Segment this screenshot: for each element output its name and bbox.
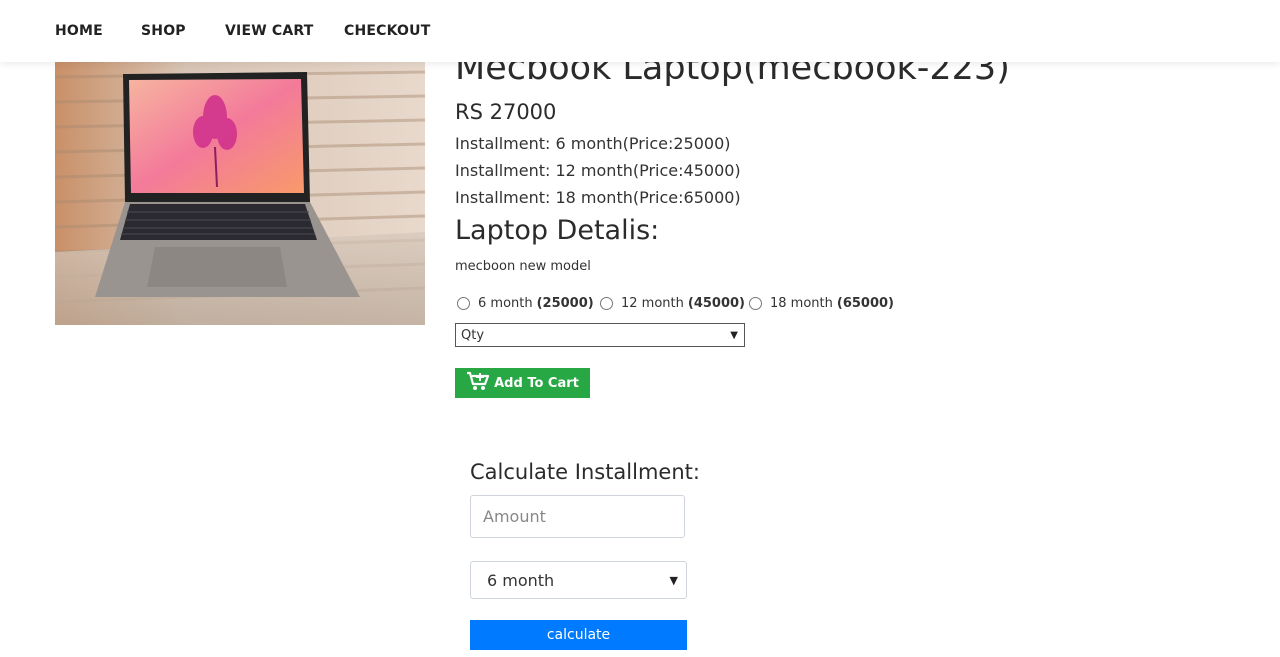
cart-plus-icon <box>466 371 490 395</box>
product-price: RS 27000 <box>455 100 557 124</box>
option-18-month[interactable]: 18 month (65000) <box>749 296 894 311</box>
radio-18-month[interactable] <box>749 297 762 310</box>
installment-line-18: Installment: 18 month(Price:65000) <box>455 188 741 207</box>
qty-select-value: Qty <box>461 327 485 343</box>
calculate-installment-heading: Calculate Installment: <box>470 460 700 484</box>
add-to-cart-button[interactable]: Add To Cart <box>455 368 590 398</box>
option-label: 6 month <box>478 296 533 311</box>
nav-shop-link[interactable]: SHOP <box>141 23 186 39</box>
calculate-button[interactable]: calculate <box>470 620 687 650</box>
months-select[interactable]: 6 month ▼ <box>470 561 687 599</box>
nav-checkout-link[interactable]: CHECKOUT <box>344 23 430 39</box>
installment-line-12: Installment: 12 month(Price:45000) <box>455 161 741 180</box>
amount-input[interactable] <box>470 495 685 538</box>
nav-home-link[interactable]: HOME <box>55 23 103 39</box>
option-price: (25000) <box>536 296 594 311</box>
installment-line-6: Installment: 6 month(Price:25000) <box>455 134 731 153</box>
option-label: 12 month <box>621 296 684 311</box>
radio-6-month[interactable] <box>457 297 470 310</box>
nav-view-cart-link[interactable]: VIEW CART <box>225 23 314 39</box>
radio-12-month[interactable] <box>600 297 613 310</box>
add-to-cart-label: Add To Cart <box>494 375 579 391</box>
chevron-down-icon: ▼ <box>730 329 738 341</box>
months-select-value: 6 month <box>487 570 555 590</box>
product-image <box>55 62 425 325</box>
chevron-down-icon: ▼ <box>669 573 678 587</box>
option-12-month[interactable]: 12 month (45000) <box>600 296 745 311</box>
product-description: mecboon new model <box>455 259 591 274</box>
top-navbar: HOME SHOP VIEW CART CHECKOUT <box>0 0 1280 62</box>
option-6-month[interactable]: 6 month (25000) <box>457 296 594 311</box>
option-price: (65000) <box>836 296 894 311</box>
option-label: 18 month <box>770 296 833 311</box>
option-price: (45000) <box>687 296 745 311</box>
details-heading: Laptop Detalis: <box>455 215 660 246</box>
qty-select[interactable]: Qty ▼ <box>455 323 745 347</box>
